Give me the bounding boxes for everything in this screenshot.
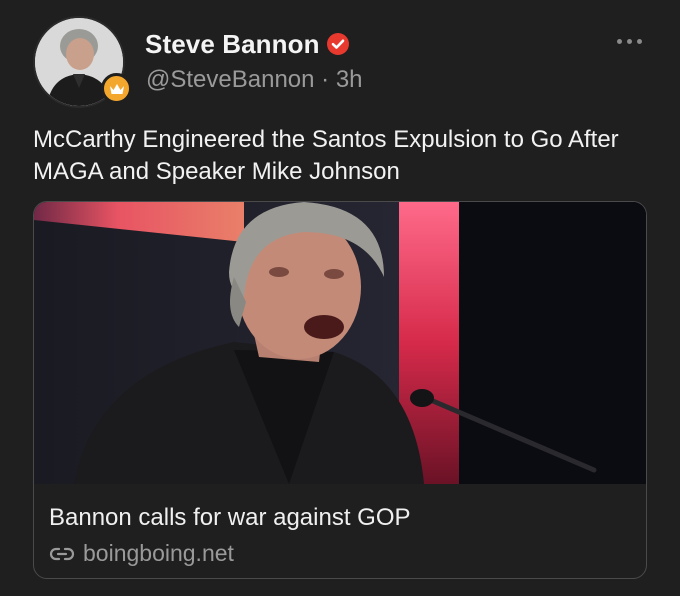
more-options-button[interactable] [610,30,648,52]
author-handle[interactable]: @SteveBannon [146,66,314,93]
link-icon [49,547,75,560]
author-name[interactable]: Steve Bannon [145,29,320,60]
verified-check-icon [327,33,349,55]
link-preview-card[interactable]: Bannon calls for war against GOP boingbo… [33,201,647,579]
post-text: McCarthy Engineered the Santos Expulsion… [33,126,619,185]
post-meta: @SteveBannon · 3h [146,66,363,94]
post-time[interactable]: 3h [336,66,363,93]
crown-badge-icon [101,73,132,104]
link-domain: boingboing.net [83,540,234,566]
link-domain-row[interactable]: boingboing.net [49,540,234,567]
more-horizontal-icon [616,38,622,44]
post-card: Steve Bannon @SteveBannon · 3h McCarthy … [0,0,680,596]
meta-separator: · [321,66,330,93]
link-title[interactable]: Bannon calls for war against GOP [49,504,411,532]
link-preview-image[interactable] [34,202,646,484]
